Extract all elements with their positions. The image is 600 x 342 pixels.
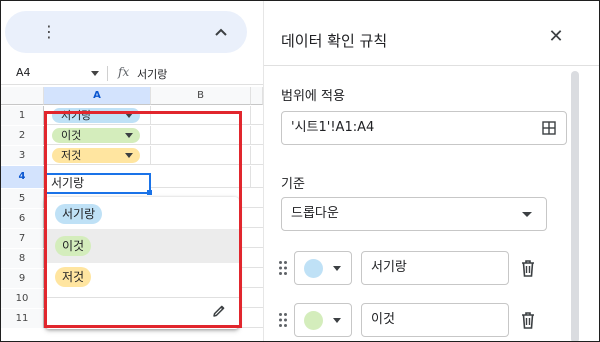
table-row: 1 서기랑 xyxy=(1,106,263,125)
cell-a2[interactable]: 이것 xyxy=(44,126,151,145)
chip-label: 서기랑 xyxy=(61,109,92,122)
formula-bar: A4 fx 서기랑 xyxy=(1,63,263,85)
cell-editor-a4[interactable]: 서기랑 xyxy=(45,173,151,194)
dropdown-chip[interactable]: 이것 xyxy=(52,128,140,143)
chevron-up-icon[interactable] xyxy=(211,22,231,42)
color-swatch xyxy=(304,311,323,330)
active-cell-layer: 서기랑 xyxy=(1,173,263,195)
spreadsheet-area: ⋮ A4 fx 서기랑 A B 1 서기랑 2 이것 3 저것 4 5 6 7 … xyxy=(1,1,263,341)
option-chip: 저것 xyxy=(55,267,92,287)
panel-divider xyxy=(264,65,599,66)
color-picker-button[interactable] xyxy=(294,303,352,337)
cell-b1[interactable] xyxy=(151,106,251,125)
fx-icon: fx xyxy=(118,65,130,79)
cell-b3[interactable] xyxy=(151,146,251,165)
range-label: 범위에 적용 xyxy=(281,89,345,104)
chevron-down-icon xyxy=(333,318,341,323)
name-box[interactable]: A4 xyxy=(16,66,31,79)
collapsed-toolbar: ⋮ xyxy=(5,11,247,53)
trash-icon[interactable] xyxy=(519,310,537,330)
name-box-caret-icon[interactable] xyxy=(91,71,99,76)
column-header-b[interactable]: B xyxy=(151,87,251,105)
chevron-down-icon xyxy=(333,266,341,271)
dropdown-option[interactable]: 이것 xyxy=(45,229,239,263)
column-header-a[interactable]: A xyxy=(44,87,151,105)
data-validation-panel: 데이터 확인 규칙 ✕ 범위에 적용 '시트1'!A1:A4 기준 드롭다운 서… xyxy=(263,1,599,341)
kebab-icon[interactable]: ⋮ xyxy=(41,22,57,42)
cell-b2[interactable] xyxy=(151,126,251,145)
chip-caret-icon[interactable] xyxy=(125,133,133,138)
column-header-c[interactable] xyxy=(251,87,263,105)
trash-icon[interactable] xyxy=(519,258,537,278)
formula-divider xyxy=(107,66,108,81)
chip-label: 이것 xyxy=(61,129,82,142)
row-header[interactable]: 10 xyxy=(1,289,44,308)
panel-scrollbar[interactable] xyxy=(571,71,579,341)
screenshot-frame: ⋮ A4 fx 서기랑 A B 1 서기랑 2 이것 3 저것 4 5 6 7 … xyxy=(0,0,600,342)
row-header[interactable]: 7 xyxy=(1,229,44,248)
table-row: 2 이것 xyxy=(1,126,263,145)
cell-a1[interactable]: 서기랑 xyxy=(44,106,151,125)
range-value: '시트1'!A1:A4 xyxy=(291,120,375,135)
color-picker-button[interactable] xyxy=(294,251,352,285)
option-input[interactable]: 서기랑 xyxy=(361,251,509,285)
criteria-value: 드롭다운 xyxy=(291,206,339,221)
panel-title: 데이터 확인 규칙 xyxy=(281,32,388,50)
dropdown-divider xyxy=(45,297,239,298)
selection-handle[interactable] xyxy=(147,190,152,195)
formula-input[interactable]: 서기랑 xyxy=(137,66,167,82)
row-header[interactable]: 6 xyxy=(1,209,44,228)
criteria-select[interactable]: 드롭다운 xyxy=(281,197,547,231)
select-all-corner[interactable] xyxy=(1,87,44,105)
grid-icon[interactable] xyxy=(542,121,556,135)
pencil-icon[interactable] xyxy=(211,303,227,319)
dropdown-chip[interactable]: 저것 xyxy=(52,148,140,163)
table-row: 3 저것 xyxy=(1,146,263,165)
chip-caret-icon[interactable] xyxy=(125,113,133,118)
row-header[interactable]: 9 xyxy=(1,269,44,288)
row-header[interactable]: 3 xyxy=(1,146,44,165)
drag-icon[interactable] xyxy=(278,312,288,328)
row-header[interactable]: 11 xyxy=(1,309,44,328)
chevron-down-icon xyxy=(522,212,532,217)
row-header[interactable]: 1 xyxy=(1,106,44,125)
option-row: 이것 xyxy=(264,303,564,337)
range-input[interactable]: '시트1'!A1:A4 xyxy=(281,111,567,145)
row-header[interactable]: 2 xyxy=(1,126,44,145)
chip-caret-icon[interactable] xyxy=(125,153,133,158)
cell-a3[interactable]: 저것 xyxy=(44,146,151,165)
color-swatch xyxy=(304,259,323,278)
close-icon[interactable]: ✕ xyxy=(548,28,564,46)
dropdown-menu: 서기랑 이것 저것 xyxy=(45,197,239,329)
dropdown-option[interactable]: 저것 xyxy=(45,260,239,294)
dropdown-chip[interactable]: 서기랑 xyxy=(52,108,140,123)
drag-icon[interactable] xyxy=(278,260,288,276)
option-chip: 서기랑 xyxy=(55,204,103,224)
row-header[interactable]: 8 xyxy=(1,249,44,268)
dropdown-option[interactable]: 서기랑 xyxy=(45,197,239,231)
option-row: 서기랑 xyxy=(264,251,564,285)
option-chip: 이것 xyxy=(55,236,92,256)
criteria-label: 기준 xyxy=(281,177,305,192)
chip-label: 저것 xyxy=(61,149,82,162)
option-input[interactable]: 이것 xyxy=(361,303,509,337)
